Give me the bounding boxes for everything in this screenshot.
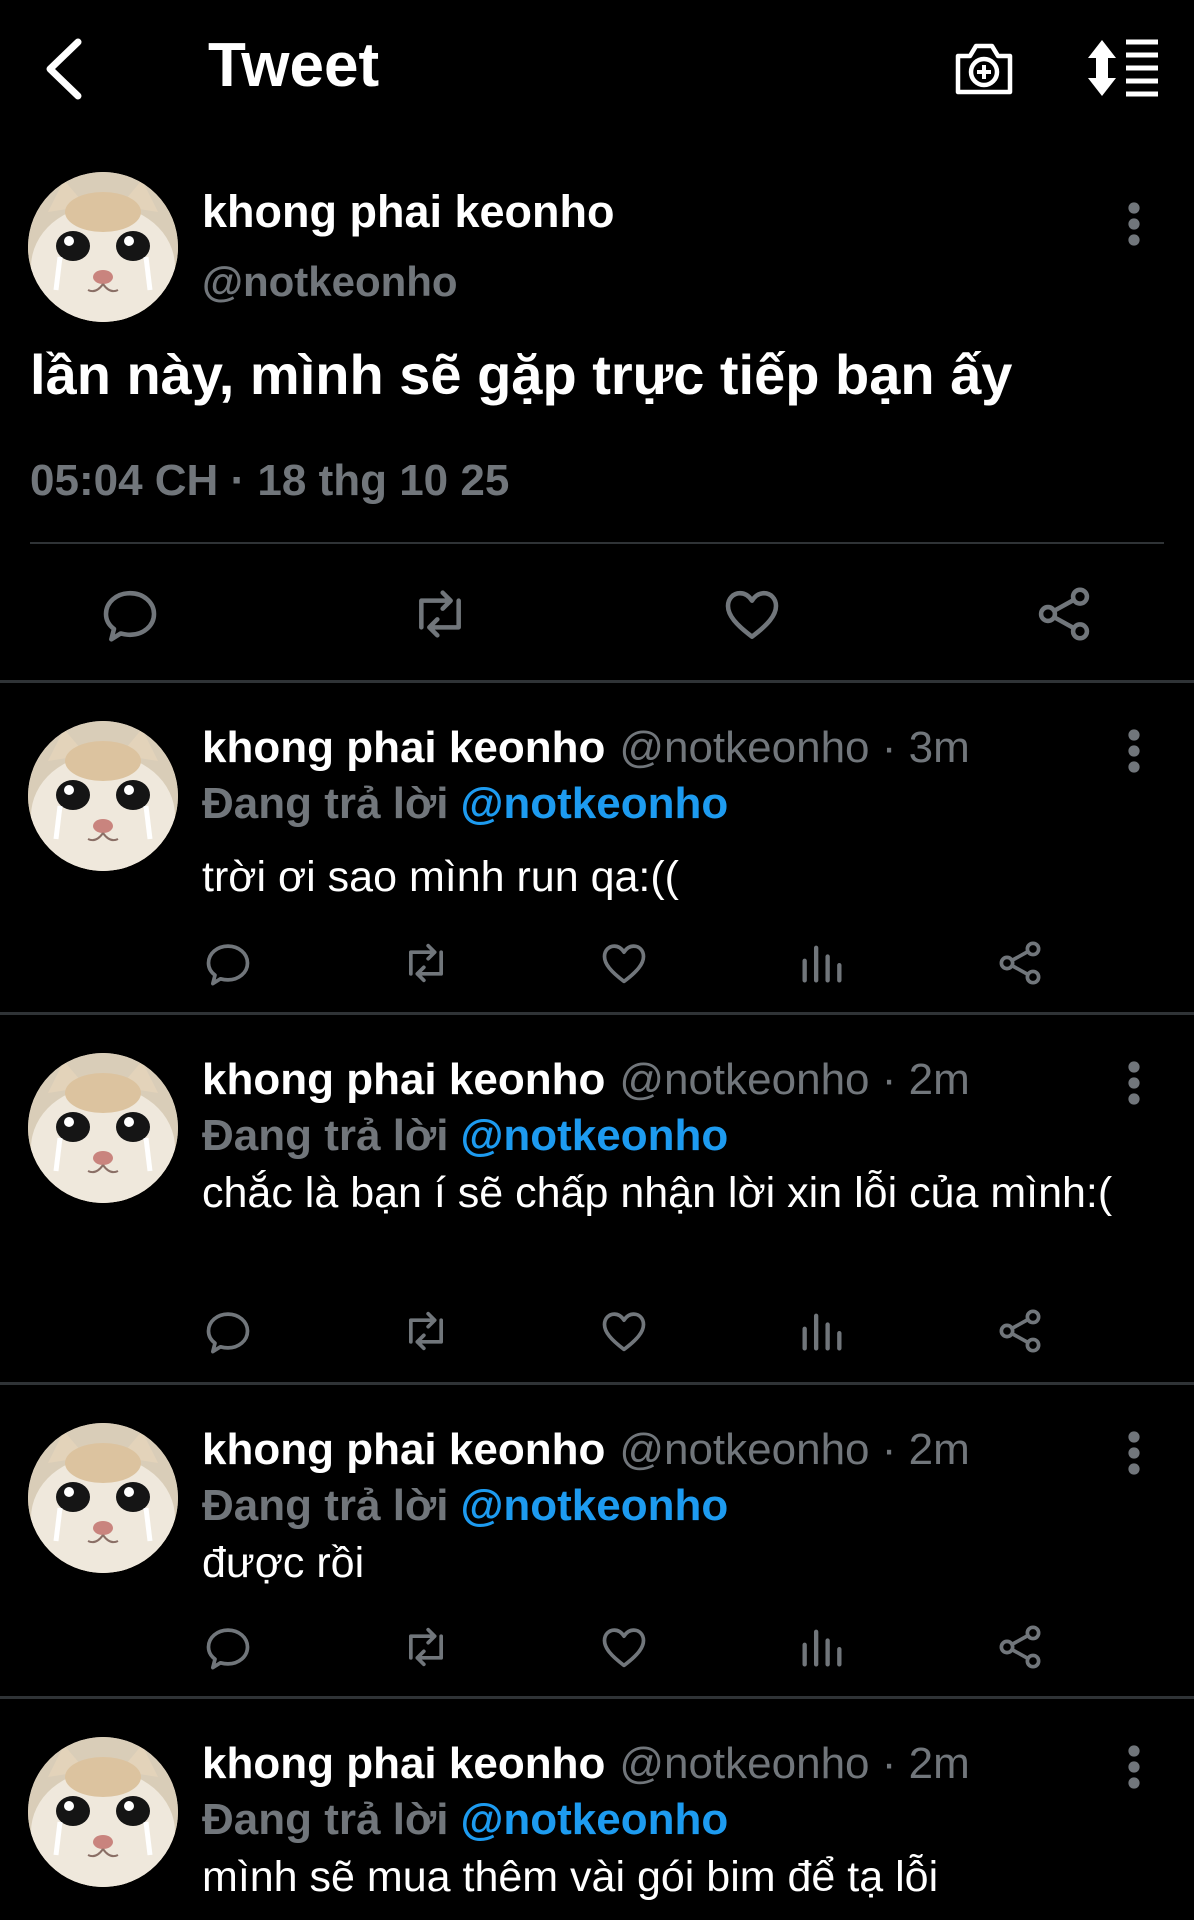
action-bar — [0, 937, 1194, 997]
author-handle[interactable]: @notkeonho — [202, 258, 458, 306]
mention-link[interactable]: @notkeonho — [460, 1111, 728, 1160]
like-icon[interactable] — [598, 1621, 650, 1673]
share-icon[interactable] — [994, 937, 1046, 989]
replying-to-label: Đang trả lời — [202, 1795, 449, 1844]
author-name[interactable]: khong phai keonho — [202, 1425, 605, 1474]
more-vertical-icon[interactable] — [1124, 200, 1144, 248]
views-icon[interactable] — [796, 937, 848, 989]
divider — [30, 542, 1164, 544]
views-icon[interactable] — [796, 1305, 848, 1357]
retweet-icon[interactable] — [400, 1305, 452, 1357]
action-bar — [0, 1621, 1194, 1681]
author-name[interactable]: khong phai keonho — [202, 186, 615, 238]
mention-link[interactable]: @notkeonho — [460, 1481, 728, 1530]
share-icon[interactable] — [1032, 582, 1096, 646]
tweet-text: trời ơi sao mình run qa:(( — [202, 853, 679, 901]
camera-add-icon[interactable] — [952, 36, 1016, 100]
avatar[interactable] — [28, 1737, 178, 1887]
reply-tweet[interactable]: khong phai keonho @notkeonho · 3m Đang tr… — [0, 683, 1194, 1013]
replying-to-label: Đang trả lời — [202, 779, 449, 828]
author-name[interactable]: khong phai keonho — [202, 1055, 605, 1104]
handle-time: @notkeonho · 2m — [619, 1055, 970, 1104]
like-icon[interactable] — [720, 582, 784, 646]
reply-icon[interactable] — [98, 582, 162, 646]
reply-icon[interactable] — [202, 1305, 254, 1357]
share-icon[interactable] — [994, 1621, 1046, 1673]
tweet-text: mình sẽ mua thêm vài gói bim để tạ lỗi — [202, 1853, 939, 1901]
reply-icon[interactable] — [202, 937, 254, 989]
share-icon[interactable] — [994, 1305, 1046, 1357]
back-arrow-icon[interactable] — [40, 34, 96, 104]
tweet-text: được rồi — [202, 1539, 365, 1587]
reply-tweet[interactable]: khong phai keonho @notkeonho · 2m Đang tr… — [0, 1015, 1194, 1383]
main-tweet: khong phai keonho @notkeonho lần này, mì… — [0, 160, 1194, 680]
author-name[interactable]: khong phai keonho — [202, 1739, 605, 1788]
reply-tweet[interactable]: khong phai keonho @notkeonho · 2m Đang tr… — [0, 1385, 1194, 1697]
retweet-icon[interactable] — [400, 937, 452, 989]
author-name[interactable]: khong phai keonho — [202, 723, 605, 772]
sort-icon[interactable] — [1086, 36, 1160, 100]
avatar[interactable] — [28, 1423, 178, 1573]
views-icon[interactable] — [796, 1621, 848, 1673]
more-vertical-icon[interactable] — [1124, 1429, 1144, 1477]
like-icon[interactable] — [598, 937, 650, 989]
action-bar — [0, 570, 1194, 670]
reply-icon[interactable] — [202, 1621, 254, 1673]
avatar[interactable] — [28, 721, 178, 871]
more-vertical-icon[interactable] — [1124, 1059, 1144, 1107]
top-bar: Tweet — [0, 0, 1194, 140]
like-icon[interactable] — [598, 1305, 650, 1357]
retweet-icon[interactable] — [408, 582, 472, 646]
avatar[interactable] — [28, 172, 178, 322]
more-vertical-icon[interactable] — [1124, 1743, 1144, 1791]
more-vertical-icon[interactable] — [1124, 727, 1144, 775]
tweet-text: chắc là bạn í sẽ chấp nhận lời xin lỗi c… — [202, 1169, 1113, 1217]
mention-link[interactable]: @notkeonho — [460, 779, 728, 828]
avatar[interactable] — [28, 1053, 178, 1203]
replying-to-label: Đang trả lời — [202, 1481, 449, 1530]
handle-time: @notkeonho · 3m — [619, 723, 970, 772]
mention-link[interactable]: @notkeonho — [460, 1795, 728, 1844]
reply-tweet[interactable]: khong phai keonho @notkeonho · 2m Đang tr… — [0, 1699, 1194, 1920]
retweet-icon[interactable] — [400, 1621, 452, 1673]
page-title: Tweet — [208, 31, 380, 100]
action-bar — [0, 1305, 1194, 1365]
replying-to-label: Đang trả lời — [202, 1111, 449, 1160]
tweet-timestamp[interactable]: 05:04 CH · 18 thg 10 25 — [30, 456, 509, 506]
handle-time: @notkeonho · 2m — [619, 1425, 970, 1474]
handle-time: @notkeonho · 2m — [619, 1739, 970, 1788]
tweet-text: lần này, mình sẽ gặp trực tiếp bạn ấy — [30, 343, 1013, 406]
